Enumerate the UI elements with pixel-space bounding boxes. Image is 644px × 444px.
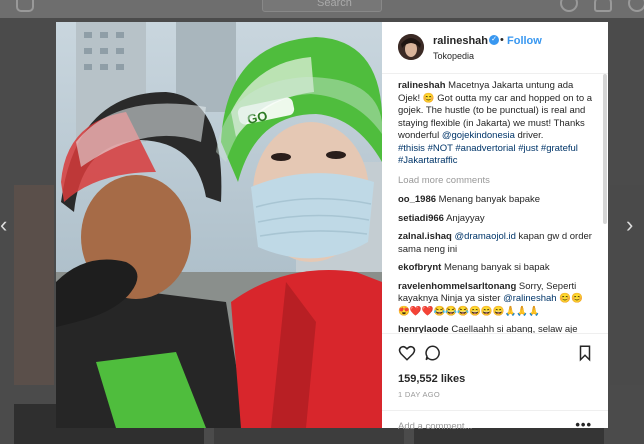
caption-mention-link[interactable]: @gojekindonesia xyxy=(442,130,515,141)
comment-item: oo_1986 Menang banyak bapake xyxy=(398,194,594,207)
post-details-panel: ralineshah ✓ • Follow Tokopedia ralinesh… xyxy=(382,22,608,432)
post-photo[interactable]: GO xyxy=(56,22,382,428)
comment-text: Menang banyak bapake xyxy=(438,194,541,205)
instagram-logo-icon[interactable] xyxy=(16,0,34,12)
comment-mention-link[interactable]: @dramaojol.id xyxy=(455,231,516,242)
likes-count[interactable]: 159,552 likes xyxy=(398,373,465,385)
comment-username[interactable]: ravelenhommelsarltonang xyxy=(398,281,516,292)
background-grid-tile xyxy=(214,428,404,444)
add-comment-bar: Add a comment... ••• xyxy=(382,410,608,441)
verified-badge-icon: ✓ xyxy=(489,35,499,45)
top-navigation-bar: Search xyxy=(0,0,644,18)
caption-hashtags[interactable]: #thisis #NOT #anadvertorial #just #grate… xyxy=(398,143,578,167)
search-input[interactable]: Search xyxy=(262,0,382,12)
post-location[interactable]: Tokopedia xyxy=(433,51,474,61)
comments-list: ralineshah Macetnya Jakarta untung ada O… xyxy=(398,80,594,348)
separator-dot: • xyxy=(500,34,504,46)
bookmark-icon[interactable] xyxy=(576,344,594,362)
follow-button[interactable]: Follow xyxy=(507,35,542,47)
comment-item: ekofbrynt Menang banyak si bapak xyxy=(398,262,594,275)
more-options-icon[interactable]: ••• xyxy=(575,417,592,432)
comment-username[interactable]: oo_1986 xyxy=(398,194,436,205)
comment-username[interactable]: zalnal.ishaq xyxy=(398,231,452,242)
next-arrow-icon[interactable]: › xyxy=(626,212,633,238)
comment-item: ravelenhommelsarltonang Sorry, Seperti k… xyxy=(398,281,594,319)
post-caption: ralineshah Macetnya Jakarta untung ada O… xyxy=(398,80,594,168)
comment-text: Menang banyak si bapak xyxy=(443,262,550,273)
post-header: ralineshah ✓ • Follow Tokopedia xyxy=(382,22,608,74)
post-timestamp: 1 DAY AGO xyxy=(398,390,441,399)
add-comment-input[interactable]: Add a comment... xyxy=(398,421,472,432)
comment-username[interactable]: setiadi966 xyxy=(398,213,444,224)
comment-username[interactable]: ekofbrynt xyxy=(398,262,441,273)
activity-heart-icon[interactable] xyxy=(594,0,612,12)
caption-username[interactable]: ralineshah xyxy=(398,80,446,91)
avatar[interactable] xyxy=(398,34,424,60)
background-grid-tile xyxy=(14,185,54,385)
avatar-image xyxy=(398,34,424,60)
comment-mention-link[interactable]: @ralineshah xyxy=(503,293,556,304)
comment-icon[interactable] xyxy=(424,344,442,362)
load-more-comments-link[interactable]: Load more comments xyxy=(398,175,594,188)
heart-icon[interactable] xyxy=(398,344,416,362)
comment-item: zalnal.ishaq @dramaojol.id kapan gw d or… xyxy=(398,231,594,256)
selfie-photo-illustration: GO xyxy=(56,22,382,428)
comment-text: Anjayyay xyxy=(446,212,485,224)
post-actions: 159,552 likes 1 DAY AGO Add a comment...… xyxy=(382,333,608,432)
post-username[interactable]: ralineshah xyxy=(433,35,488,47)
prev-arrow-icon[interactable]: ‹ xyxy=(0,212,7,238)
explore-icon[interactable] xyxy=(560,0,578,12)
comments-scrollbar[interactable] xyxy=(603,74,607,224)
profile-icon[interactable] xyxy=(628,0,644,12)
caption-text: driver. xyxy=(514,130,544,141)
comment-item: setiadi966 Anjayyay xyxy=(398,213,594,226)
